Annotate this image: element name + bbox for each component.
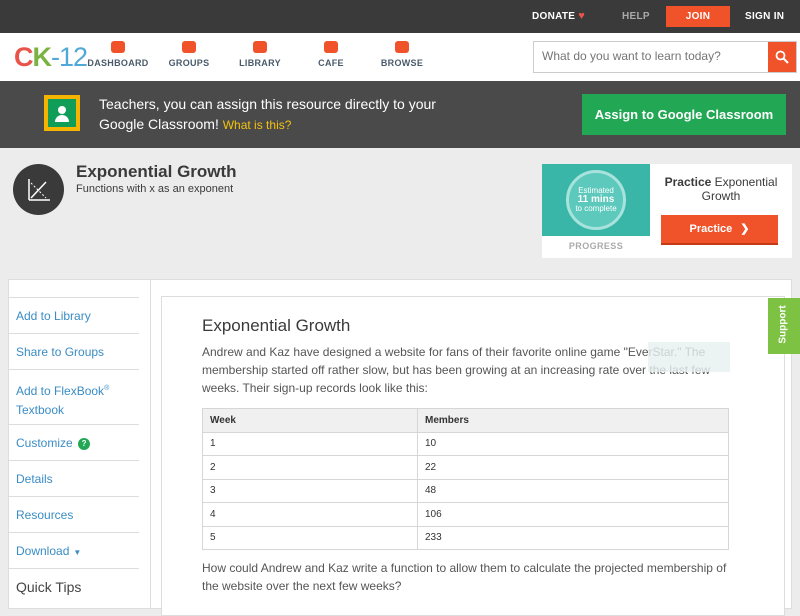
browse-icon bbox=[395, 41, 409, 53]
table-cell: 1 bbox=[202, 431, 418, 456]
table-row: 4 106 bbox=[202, 502, 729, 527]
share-to-groups-link[interactable]: Share to Groups bbox=[8, 333, 139, 369]
exponential-graph-icon bbox=[13, 164, 64, 215]
help-icon[interactable]: ? bbox=[78, 437, 91, 450]
table-cell: 48 bbox=[417, 478, 729, 503]
membership-table: Week Members 1 10 2 22 3 48 4 106 5 233 bbox=[202, 408, 729, 550]
search-icon bbox=[775, 50, 789, 64]
chevron-right-icon: ❯ bbox=[740, 223, 750, 235]
caret-down-icon: ▼ bbox=[73, 548, 82, 557]
sidebar: Add to Library Share to Groups Add to Fl… bbox=[8, 297, 139, 604]
add-to-library-link[interactable]: Add to Library bbox=[8, 297, 139, 333]
nav-groups[interactable]: GROUPS bbox=[154, 41, 224, 68]
resources-link[interactable]: Resources bbox=[8, 496, 139, 532]
table-header: Week bbox=[202, 408, 418, 433]
quick-tips-heading: Quick Tips bbox=[8, 568, 139, 604]
table-cell: 3 bbox=[202, 478, 418, 503]
search-button[interactable] bbox=[768, 42, 796, 72]
nav-dashboard[interactable]: DASHBOARD bbox=[83, 41, 153, 68]
main-nav: CK-12 DASHBOARD GROUPS LIBRARY CAFE BROW… bbox=[0, 33, 800, 81]
donate-link[interactable]: DONATE ♥ bbox=[532, 0, 585, 33]
table-row: 2 22 bbox=[202, 455, 729, 480]
table-row: 1 10 bbox=[202, 431, 729, 456]
support-tab[interactable]: Support bbox=[768, 298, 800, 354]
table-cell: 233 bbox=[417, 525, 729, 550]
heart-icon: ♥ bbox=[578, 10, 586, 22]
table-header-row: Week Members bbox=[202, 408, 729, 433]
help-link[interactable]: HELP bbox=[622, 0, 650, 33]
top-bar: DONATE ♥ HELP JOIN SIGN IN bbox=[0, 0, 800, 33]
practice-title: Practice Exponential Growth bbox=[664, 175, 778, 203]
lesson-title: Exponential Growth bbox=[202, 316, 351, 335]
what-is-this-link[interactable]: What is this? bbox=[223, 118, 292, 132]
groups-icon bbox=[182, 41, 196, 53]
nav-browse[interactable]: BROWSE bbox=[367, 41, 437, 68]
page-subtitle: Functions with x as an exponent bbox=[76, 183, 234, 195]
practice-button[interactable]: Practice ❯ bbox=[661, 215, 778, 245]
divider bbox=[150, 279, 151, 609]
table-row: 3 48 bbox=[202, 478, 729, 503]
search-input[interactable] bbox=[542, 49, 762, 63]
progress-label: PROGRESS bbox=[568, 241, 624, 251]
table-cell: 22 bbox=[417, 455, 729, 480]
table-cell: 5 bbox=[202, 525, 418, 550]
banner-text: Teachers, you can assign this resource d… bbox=[99, 96, 436, 132]
table-cell: 106 bbox=[417, 502, 729, 527]
ck12-logo[interactable]: CK-12 bbox=[14, 42, 88, 73]
customize-link[interactable]: Customize ? bbox=[8, 424, 139, 460]
assign-classroom-button[interactable]: Assign to Google Classroom bbox=[582, 94, 786, 135]
table-cell: 4 bbox=[202, 502, 418, 527]
table-cell: 10 bbox=[417, 431, 729, 456]
add-to-flexbook-link[interactable]: Add to FlexBook® Textbook bbox=[8, 369, 139, 424]
progress-badge: Estimated 11 mins to complete bbox=[542, 164, 650, 236]
overlay-box bbox=[648, 342, 730, 372]
search-bar bbox=[533, 41, 797, 73]
table-header: Members bbox=[417, 408, 729, 433]
dashboard-icon bbox=[111, 41, 125, 53]
library-icon bbox=[253, 41, 267, 53]
lesson-question: How could Andrew and Kaz write a functio… bbox=[202, 561, 727, 593]
nav-cafe[interactable]: CAFE bbox=[296, 41, 366, 68]
join-button[interactable]: JOIN bbox=[666, 6, 730, 27]
details-link[interactable]: Details bbox=[8, 460, 139, 496]
nav-library[interactable]: LIBRARY bbox=[225, 41, 295, 68]
table-row: 5 233 bbox=[202, 525, 729, 550]
download-link[interactable]: Download ▼ bbox=[8, 532, 139, 568]
classroom-banner: Teachers, you can assign this resource d… bbox=[0, 81, 800, 148]
cafe-icon bbox=[324, 41, 338, 53]
practice-card: Estimated 11 mins to complete PROGRESS P… bbox=[542, 164, 792, 258]
page-title: Exponential Growth bbox=[76, 162, 237, 181]
table-cell: 2 bbox=[202, 455, 418, 480]
estimate-circle: Estimated 11 mins to complete bbox=[566, 170, 626, 230]
google-classroom-icon bbox=[44, 95, 80, 131]
sign-in-link[interactable]: SIGN IN bbox=[745, 0, 784, 33]
